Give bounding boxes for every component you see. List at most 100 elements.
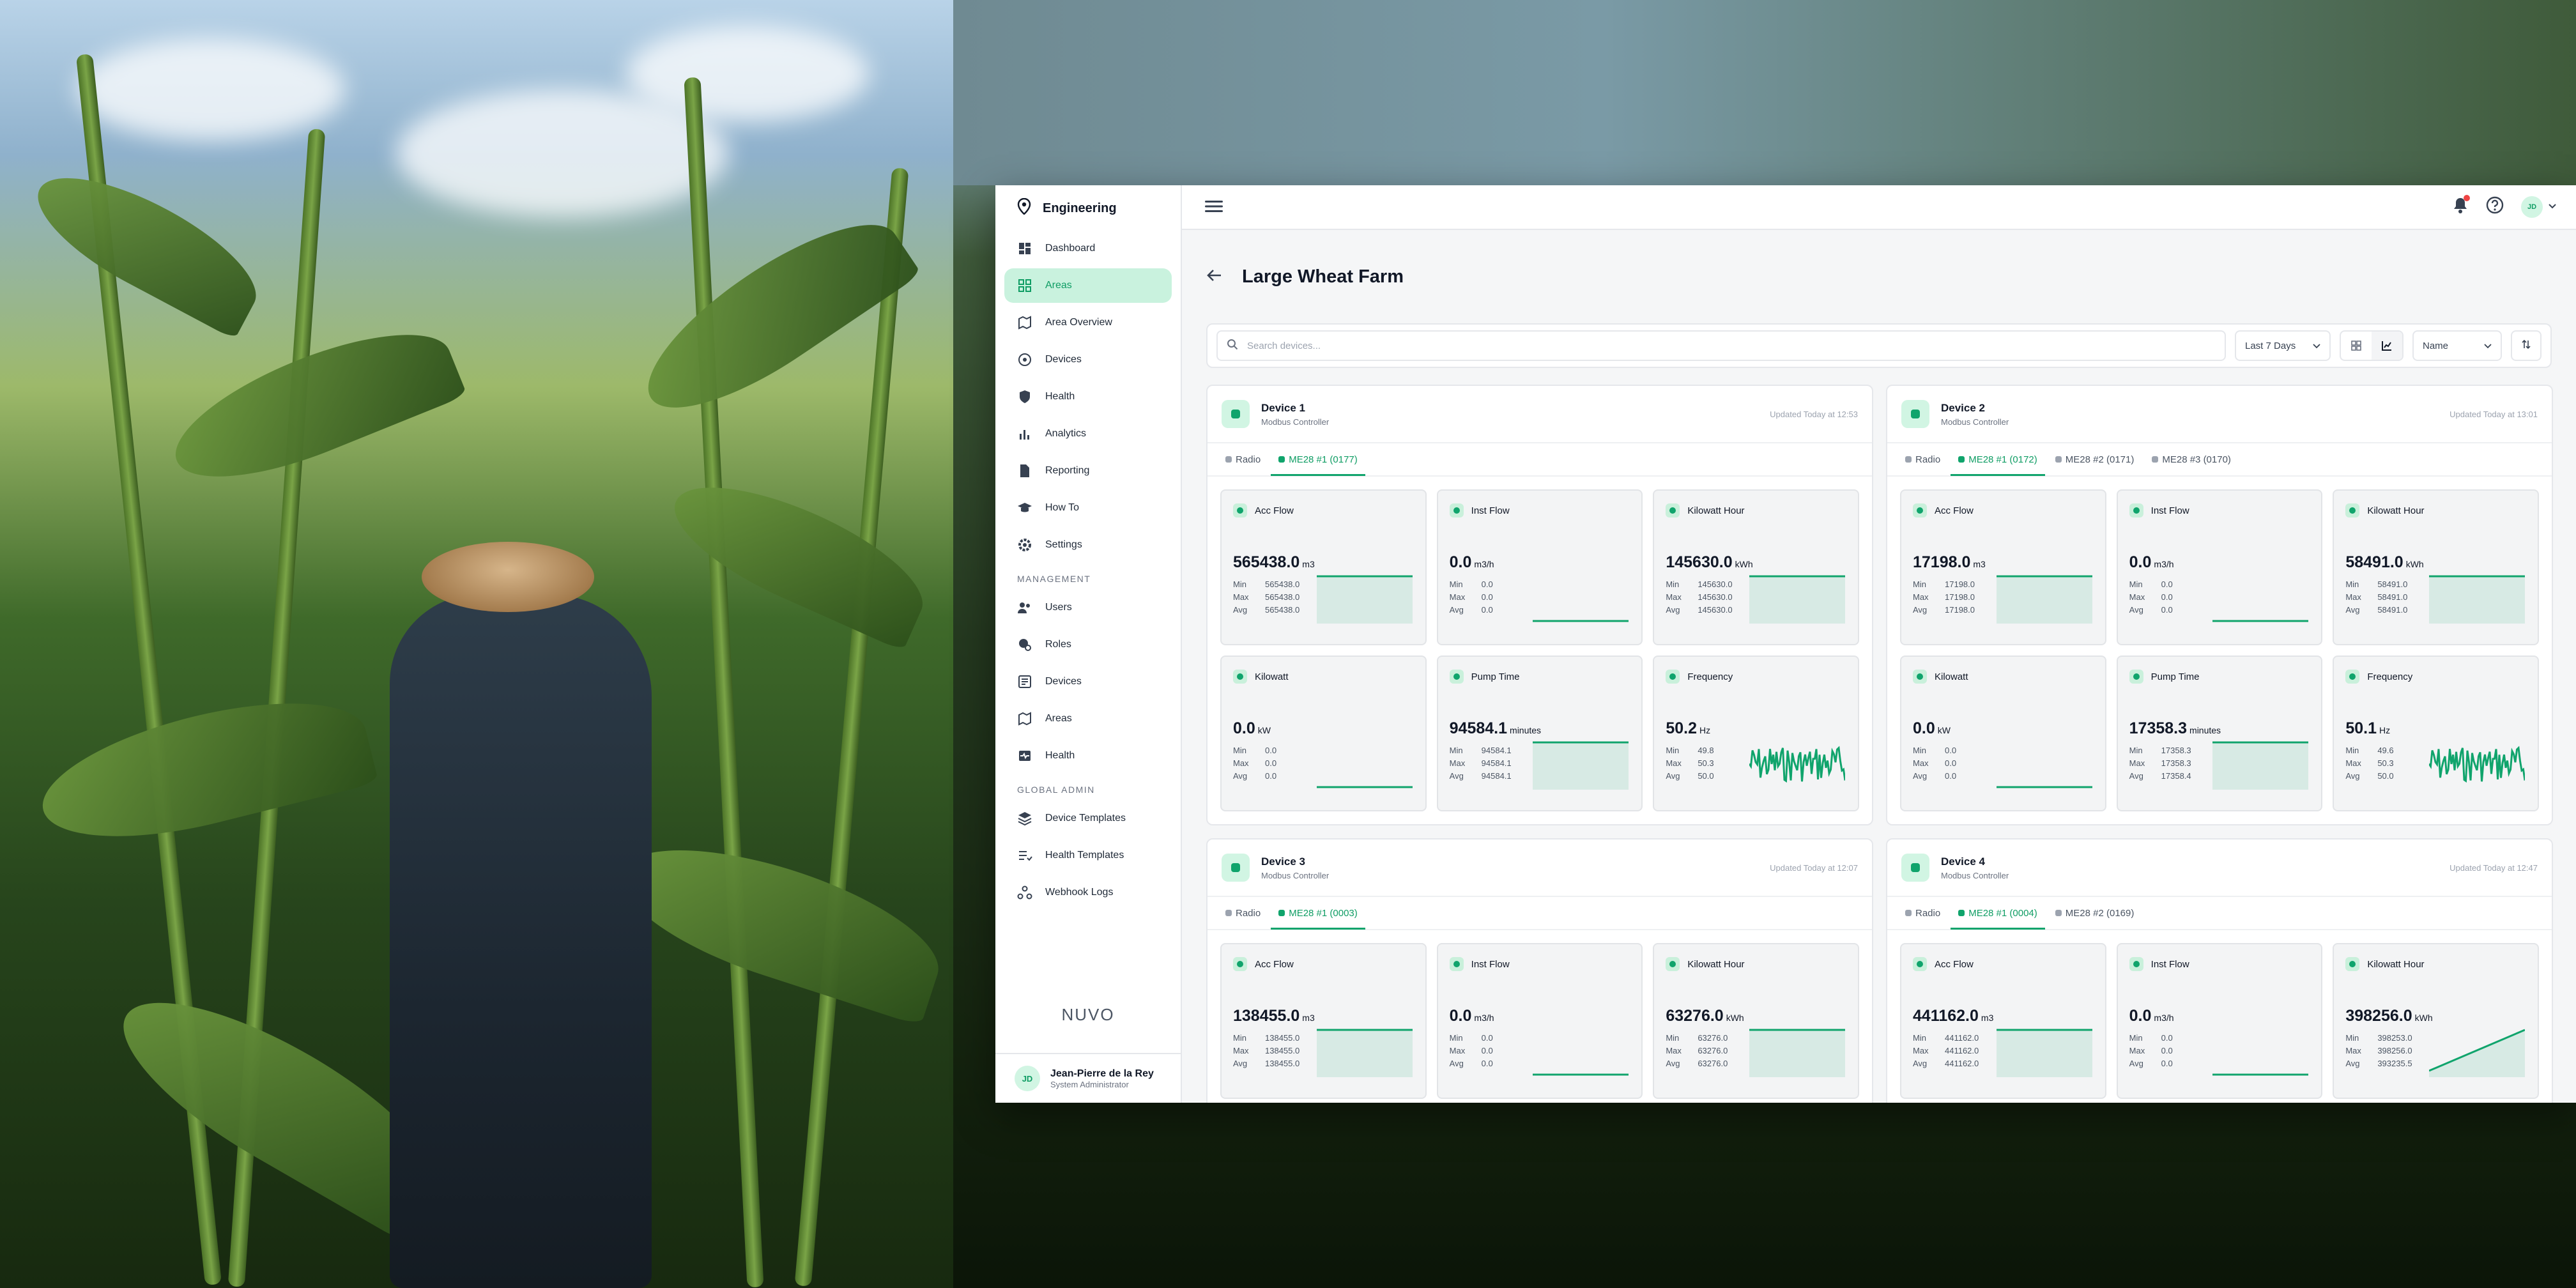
metric-status-icon (1233, 670, 1247, 684)
device-card-header[interactable]: Device 4 Modbus Controller Updated Today a… (1887, 839, 2552, 897)
sidebar-item-devices[interactable]: Devices (1004, 342, 1172, 377)
metric-tile[interactable]: Kilowatt Hour 145630.0 kWh Min 145630.0 Max 14… (1653, 489, 1859, 645)
stat-label: Min (1449, 579, 1463, 589)
stat-label: Avg (2129, 771, 2143, 781)
sidebar-item-roles[interactable]: Roles (1004, 627, 1172, 662)
sidebar-item-users[interactable]: Users (1004, 590, 1172, 625)
chart-view-icon[interactable] (2372, 332, 2402, 360)
metric-tile[interactable]: Inst Flow 0.0 m3/h Min 0.0 Max 0.0 Avg 0.0 (2116, 943, 2323, 1099)
metric-status-icon (1913, 503, 1927, 518)
user-profile[interactable]: JD Jean-Pierre de la Rey System Administ… (995, 1053, 1181, 1103)
stat-label: Max (2345, 592, 2361, 602)
graduation-cap-icon (1017, 500, 1032, 516)
metric-value: 0.0 m3/h (2129, 1007, 2310, 1025)
top-bar: JD (1182, 185, 2576, 230)
stat-row-avg: Avg 50.0 (1666, 770, 1742, 783)
sidebar-item-dashboard[interactable]: Dashboard (1004, 231, 1172, 266)
stat-label: Min (2345, 579, 2359, 589)
metric-tile[interactable]: Acc Flow 565438.0 m3 Min 565438.0 Max 565438.0… (1220, 489, 1427, 645)
sidebar-item-health[interactable]: Health (1004, 739, 1172, 773)
device-tab[interactable]: ME28 #1 (0004) (1951, 896, 2045, 930)
sidebar-item-label: Roles (1045, 639, 1071, 650)
metric-tile[interactable]: Pump Time 17358.3 minutes Min 17358.3 Max 1735… (2116, 656, 2323, 811)
metric-tile[interactable]: Kilowatt 0.0 kW Min 0.0 Max 0.0 Avg 0.0 (1220, 656, 1427, 811)
device-tab[interactable]: Radio (1905, 896, 1940, 930)
metric-tile[interactable]: Kilowatt Hour 58491.0 kWh Min 58491.0 Max 5849… (2333, 489, 2539, 645)
device-name: Device 2 (1941, 401, 1985, 414)
stat-value: 49.8 (1698, 746, 1714, 755)
sidebar-item-areas[interactable]: Areas (1004, 268, 1172, 303)
stat-label: Min (1913, 1033, 1926, 1043)
metric-tile[interactable]: Kilowatt Hour 63276.0 kWh Min 63276.0 Max 6327… (1653, 943, 1859, 1099)
device-tab[interactable]: Radio (1225, 443, 1261, 476)
back-arrow-icon[interactable] (1206, 268, 1223, 286)
device-tab[interactable]: ME28 #2 (0171) (2055, 443, 2134, 476)
hamburger-menu-icon[interactable] (1205, 199, 1223, 217)
metric-tile[interactable]: Inst Flow 0.0 m3/h Min 0.0 Max 0.0 Avg 0.0 (1436, 489, 1643, 645)
metric-tile[interactable]: Inst Flow 0.0 m3/h Min 0.0 Max 0.0 Avg 0.0 (2116, 489, 2323, 645)
stat-value: 17358.3 (2161, 758, 2191, 768)
device-card: Device 3 Modbus Controller Updated Today a… (1206, 838, 1873, 1103)
device-tab[interactable]: ME28 #1 (0177) (1271, 443, 1365, 476)
date-range-select[interactable]: Last 7 Days (2235, 330, 2331, 361)
stat-value: 49.6 (2377, 746, 2394, 755)
search-input[interactable]: Search devices... (1216, 330, 2226, 361)
device-name: Device 1 (1261, 401, 1305, 414)
device-tab[interactable]: Radio (1225, 896, 1261, 930)
metric-tile[interactable]: Acc Flow 441162.0 m3 Min 441162.0 Max 441162.0… (1900, 943, 2106, 1099)
sidebar-item-how-to[interactable]: How To (1004, 491, 1172, 525)
sidebar-item-webhook-logs[interactable]: Webhook Logs (1004, 875, 1172, 910)
metric-header: Acc Flow (1913, 502, 2094, 519)
device-chip-icon (1901, 854, 1929, 882)
help-icon[interactable] (2485, 195, 2504, 218)
stat-value: 63276.0 (1698, 1033, 1728, 1043)
metric-tile[interactable]: Inst Flow 0.0 m3/h Min 0.0 Max 0.0 Avg 0.0 (1436, 943, 1643, 1099)
tab-label: ME28 #1 (0003) (1289, 907, 1358, 919)
metric-tile[interactable]: Frequency 50.1 Hz Min 49.6 Max 50.3 Avg 50.0 (2333, 656, 2539, 811)
sidebar: Engineering Dashboard Areas Area Overview D… (995, 185, 1182, 1103)
metric-tile[interactable]: Acc Flow 138455.0 m3 Min 138455.0 Max 138455.0… (1220, 943, 1427, 1099)
device-tab[interactable]: ME28 #3 (0170) (2152, 443, 2231, 476)
device-tab[interactable]: ME28 #1 (0172) (1951, 443, 2045, 476)
bell-icon[interactable] (2452, 195, 2470, 217)
device-tab[interactable]: ME28 #2 (0169) (2055, 896, 2134, 930)
device-card-header[interactable]: Device 3 Modbus Controller Updated Today a… (1208, 839, 1872, 897)
sidebar-item-settings[interactable]: Settings (1004, 528, 1172, 562)
stat-row-avg: Avg 17358.4 (2129, 770, 2206, 783)
device-tab[interactable]: Radio (1905, 443, 1940, 476)
device-tab[interactable]: ME28 #1 (0003) (1271, 896, 1365, 930)
sidebar-item-label: Dashboard (1045, 243, 1096, 254)
account-menu[interactable]: JD (2521, 195, 2557, 218)
stat-value: 17198.0 (1945, 579, 1975, 589)
device-card-header[interactable]: Device 2 Modbus Controller Updated Today a… (1887, 386, 2552, 443)
trend-sparkline (2212, 1073, 2309, 1076)
sidebar-item-device-templates[interactable]: Device Templates (1004, 801, 1172, 836)
metric-tile[interactable]: Kilowatt 0.0 kW Min 0.0 Max 0.0 Avg 0.0 (1900, 656, 2106, 811)
sort-select[interactable]: Name (2412, 330, 2502, 361)
sidebar-item-label: Users (1045, 602, 1072, 613)
metric-unit: kWh (1735, 559, 1753, 569)
sidebar-item-reporting[interactable]: Reporting (1004, 454, 1172, 488)
sparkline-line (2428, 746, 2525, 783)
sidebar-item-analytics[interactable]: Analytics (1004, 417, 1172, 451)
stat-label: Min (2345, 746, 2359, 755)
sidebar-item-devices[interactable]: Devices (1004, 664, 1172, 699)
stat-value: 0.0 (2161, 1059, 2173, 1068)
tab-label: ME28 #3 (0170) (2162, 454, 2231, 465)
sort-direction-button[interactable] (2511, 330, 2542, 361)
sidebar-item-health-templates[interactable]: Health Templates (1004, 838, 1172, 873)
metric-tile[interactable]: Pump Time 94584.1 minutes Min 94584.1 Max 9458… (1436, 656, 1643, 811)
tab-label: Radio (1915, 454, 1941, 465)
sidebar-item-health[interactable]: Health (1004, 379, 1172, 414)
metric-tile[interactable]: Kilowatt Hour 398256.0 kWh Min 398253.0 Max 39… (2333, 943, 2539, 1099)
management-nav: Users Roles Devices Areas Health (995, 590, 1181, 773)
metric-header: Frequency (1666, 668, 1846, 685)
sidebar-item-area-overview[interactable]: Area Overview (1004, 305, 1172, 340)
trend-sparkline (1749, 746, 1845, 783)
device-card-header[interactable]: Device 1 Modbus Controller Updated Today a… (1208, 386, 1872, 443)
metric-tile[interactable]: Frequency 50.2 Hz Min 49.8 Max 50.3 Avg 50.0 (1653, 656, 1859, 811)
brand[interactable]: Engineering (995, 185, 1181, 231)
sidebar-item-areas[interactable]: Areas (1004, 702, 1172, 736)
metric-tile[interactable]: Acc Flow 17198.0 m3 Min 17198.0 Max 17198.0 Avg… (1900, 489, 2106, 645)
grid-view-icon[interactable] (2341, 332, 2372, 360)
